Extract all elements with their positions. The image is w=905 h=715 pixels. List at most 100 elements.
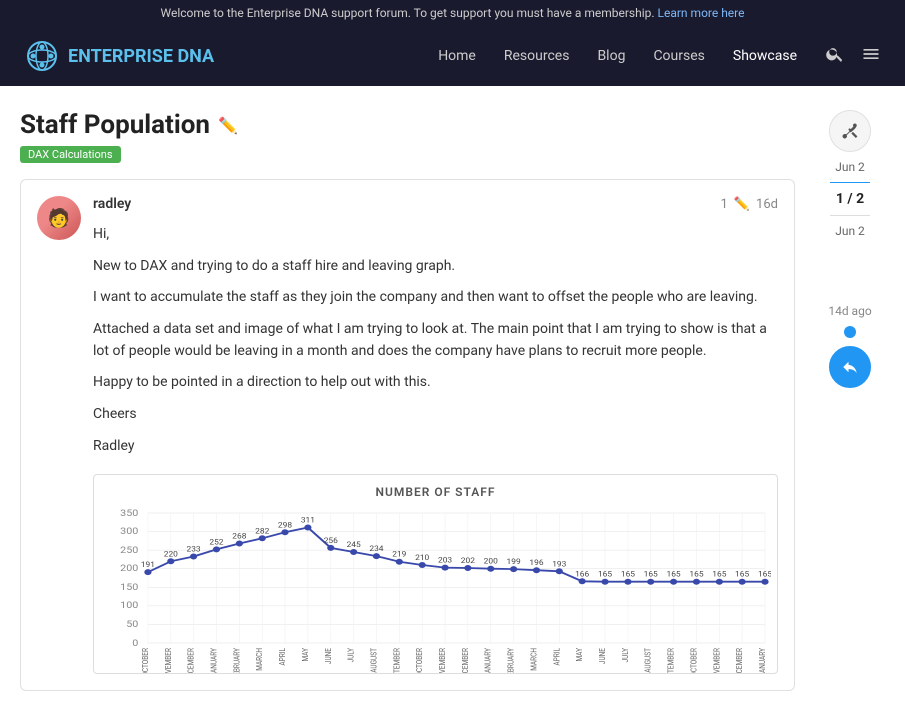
svg-text:220: 220 (164, 549, 178, 557)
main-area: Staff Population ✏️ DAX Calculations 🧑 r… (20, 110, 795, 691)
svg-text:165: 165 (621, 570, 636, 578)
svg-text:165: 165 (712, 570, 727, 578)
svg-text:300: 300 (120, 526, 139, 536)
post-edit-num: 1 (721, 197, 728, 212)
post-meta: 1 ✏️ 16d (721, 197, 778, 212)
svg-text:150: 150 (120, 582, 139, 592)
sign-2: Radley (93, 436, 778, 458)
svg-text:FEBRUARY: FEBRUARY (506, 647, 516, 673)
svg-text:100: 100 (120, 600, 139, 610)
svg-text:MAY: MAY (300, 647, 310, 661)
svg-text:165: 165 (667, 570, 682, 578)
svg-text:219: 219 (392, 550, 406, 558)
page-content: Staff Population ✏️ DAX Calculations 🧑 r… (0, 86, 905, 715)
post-line-2: I want to accumulate the staff as they j… (93, 287, 778, 309)
reply-icon (841, 358, 859, 376)
nav-blog[interactable]: Blog (597, 48, 625, 64)
svg-text:268: 268 (232, 532, 246, 540)
svg-text:234: 234 (369, 544, 384, 552)
svg-text:SEPTEMBER: SEPTEMBER (392, 647, 402, 673)
edit-title-icon[interactable]: ✏️ (218, 116, 238, 135)
svg-text:DECEMBER: DECEMBER (460, 647, 470, 673)
wrench-icon (841, 122, 859, 140)
nav-resources[interactable]: Resources (504, 48, 570, 64)
svg-text:191: 191 (141, 560, 155, 568)
nav-home[interactable]: Home (438, 48, 476, 64)
post-timestamp: 16d (756, 197, 778, 212)
svg-text:196: 196 (529, 558, 543, 566)
svg-text:NOVEMBER: NOVEMBER (712, 647, 722, 673)
header-icons (825, 44, 881, 68)
svg-text:DECEMBER: DECEMBER (186, 647, 196, 673)
post-line-4: Happy to be pointed in a direction to he… (93, 372, 778, 394)
svg-text:250: 250 (120, 545, 139, 555)
signature: Cheers Radley (93, 404, 778, 457)
svg-text:210: 210 (415, 553, 429, 561)
svg-text:252: 252 (209, 538, 224, 546)
svg-text:282: 282 (255, 526, 270, 534)
nav-showcase[interactable]: Showcase (733, 48, 797, 64)
edit-pencil-icon: ✏️ (734, 197, 750, 212)
svg-text:165: 165 (598, 570, 613, 578)
svg-text:MAY: MAY (575, 647, 585, 661)
announcement-bar: Welcome to the Enterprise DNA support fo… (0, 0, 905, 26)
svg-text:298: 298 (278, 520, 292, 528)
svg-text:JULY: JULY (346, 647, 356, 662)
svg-text:NOVEMBER: NOVEMBER (163, 647, 173, 673)
sign-1: Cheers (93, 404, 778, 426)
page-title: Staff Population (20, 110, 210, 140)
svg-text:311: 311 (301, 516, 315, 524)
reply-button[interactable] (829, 346, 871, 388)
sidebar-dot (844, 326, 856, 338)
svg-text:OCTOBER: OCTOBER (415, 647, 425, 673)
svg-text:200: 200 (484, 557, 498, 565)
svg-text:APRIL: APRIL (552, 647, 562, 665)
sidebar-divider-top (830, 182, 870, 183)
svg-text:JANUARY: JANUARY (483, 647, 493, 673)
tag-badge[interactable]: DAX Calculations (20, 146, 121, 163)
nav-courses[interactable]: Courses (653, 48, 704, 64)
svg-text:165: 165 (644, 570, 659, 578)
svg-text:202: 202 (461, 556, 476, 564)
announcement-text: Welcome to the Enterprise DNA support fo… (160, 6, 654, 20)
post-author: radley (93, 196, 131, 212)
svg-text:MARCH: MARCH (529, 648, 539, 671)
svg-text:256: 256 (324, 536, 338, 544)
svg-text:233: 233 (187, 545, 201, 553)
post-line-3: Attached a data set and image of what I … (93, 319, 778, 362)
svg-text:350: 350 (120, 508, 139, 518)
announcement-link[interactable]: Learn more here (658, 6, 745, 20)
svg-text:165: 165 (689, 570, 704, 578)
search-icon[interactable] (825, 44, 845, 68)
post-container: 🧑 radley 1 ✏️ 16d Hi, New to DAX and try… (20, 179, 795, 691)
main-nav: Home Resources Blog Courses Showcase (438, 48, 797, 64)
chart-area: 350 300 250 200 150 100 50 (100, 503, 771, 673)
svg-text:JUNE: JUNE (597, 648, 607, 664)
logo-text: ENTERPRISE DNA (68, 46, 214, 67)
svg-text:50: 50 (126, 619, 139, 629)
svg-text:199: 199 (507, 557, 521, 565)
wrench-button[interactable] (829, 110, 871, 152)
sidebar-ago: 14d ago (828, 304, 871, 318)
svg-text:DECEMBER: DECEMBER (735, 647, 745, 673)
post-body: radley 1 ✏️ 16d Hi, New to DAX and tryin… (93, 196, 778, 674)
svg-text:200: 200 (120, 563, 139, 573)
svg-text:193: 193 (552, 559, 566, 567)
post-greeting: Hi, (93, 224, 778, 246)
post-line-1: New to DAX and trying to do a staff hire… (93, 256, 778, 278)
sidebar-date-1: Jun 2 (835, 160, 865, 174)
post-header: radley 1 ✏️ 16d (93, 196, 778, 212)
svg-text:OCTOBER: OCTOBER (689, 647, 699, 673)
svg-text:165: 165 (735, 570, 750, 578)
sidebar-date-2: Jun 2 (835, 224, 865, 238)
avatar: 🧑 (37, 196, 81, 240)
svg-text:0: 0 (132, 638, 139, 648)
logo: ENTERPRISE DNA (24, 38, 214, 74)
avatar-image: 🧑 (37, 196, 81, 240)
title-row: Staff Population ✏️ (20, 110, 795, 140)
svg-text:AUGUST: AUGUST (643, 647, 653, 672)
chart-title: NUMBER OF STAFF (100, 485, 771, 499)
menu-icon[interactable] (861, 44, 881, 68)
svg-text:MARCH: MARCH (255, 648, 265, 671)
chart-container: NUMBER OF STAFF 350 300 250 (93, 474, 778, 674)
